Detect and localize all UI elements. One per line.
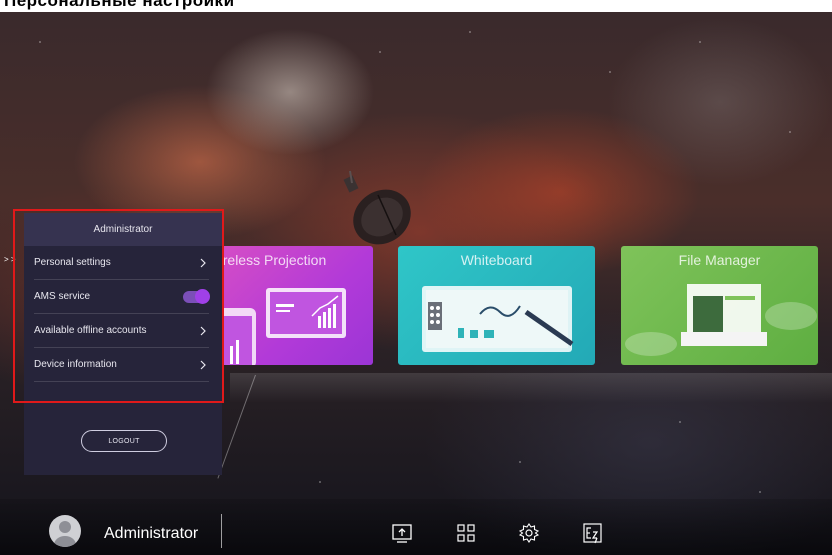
file-manager-title: File Manager [678, 252, 761, 268]
whiteboard-tile[interactable]: Whiteboard [398, 246, 595, 365]
user-avatar-icon[interactable] [49, 515, 81, 547]
space-probe-image [343, 170, 411, 245]
wireless-projection-title: reless Projection [222, 252, 327, 268]
file-manager-tile[interactable]: File Manager [621, 246, 818, 365]
apps-grid-icon[interactable] [455, 522, 477, 544]
highlight-frame [13, 209, 224, 403]
settings-gear-icon[interactable] [518, 522, 540, 544]
wireless-projection-tile[interactable]: reless Projection [206, 246, 373, 365]
screen-share-icon[interactable] [391, 522, 413, 544]
header-caption: Персональные настройки [4, 0, 235, 10]
ez-write-icon[interactable] [582, 522, 604, 544]
tile-reflection [230, 373, 832, 403]
taskbar-user-name[interactable]: Administrator [104, 525, 198, 543]
taskbar-divider [221, 514, 222, 548]
header-caption-strip: Персональные настройки [0, 0, 832, 12]
logout-button[interactable]: LOGOUT [81, 430, 167, 452]
whiteboard-title: Whiteboard [460, 252, 533, 268]
